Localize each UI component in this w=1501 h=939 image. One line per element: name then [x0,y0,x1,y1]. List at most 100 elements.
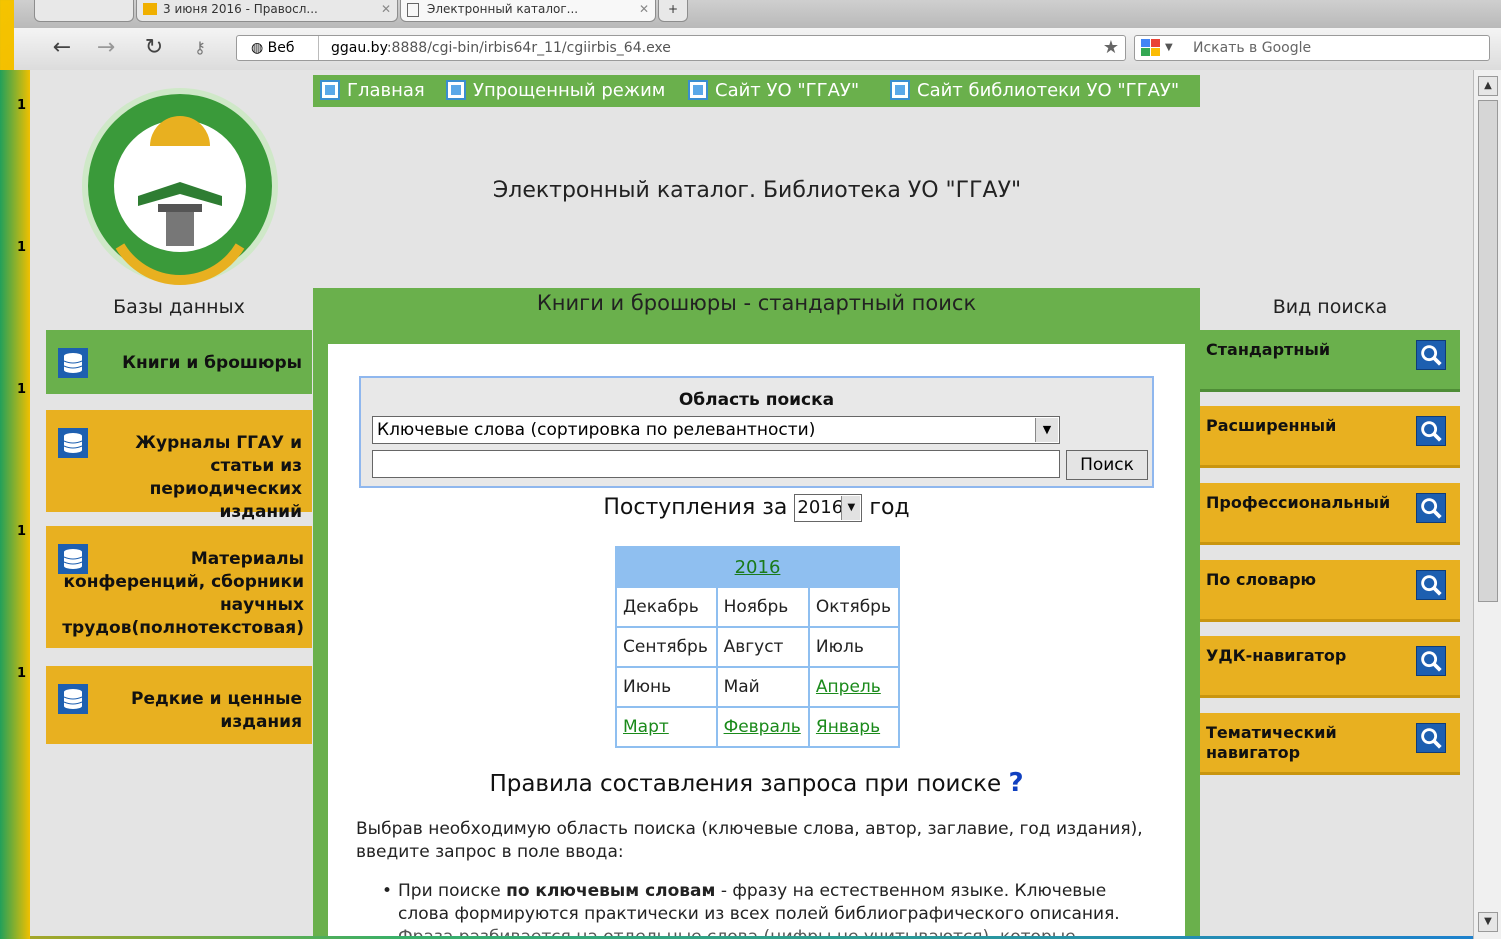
selected-area: Ключевые слова (сортировка по релевантно… [377,420,816,440]
help-icon[interactable]: ? [1008,768,1023,798]
reload-icon[interactable]: ↻ [140,35,168,61]
db-rare[interactable]: Редкие и ценные издания [46,666,312,744]
month-cell: Август [715,626,810,668]
year-select[interactable]: 2016 ▼ [794,494,863,522]
site-title: Электронный каталог. Библиотека УО "ГГАУ… [492,178,1022,203]
dropdown-arrow-icon[interactable]: ▼ [1165,36,1173,60]
folder-icon [143,3,157,15]
search-area-select[interactable]: Ключевые слова (сортировка по релевантно… [372,416,1060,444]
search-type-dictionary[interactable]: По словарю [1200,560,1460,622]
page-icon [320,80,340,100]
tab-label: Электронный каталог... [427,2,579,16]
google-logo-icon [1141,39,1160,56]
window-left-edge [0,70,30,939]
search-type-label: Стандартный [1206,340,1331,359]
magnifier-icon [1416,493,1446,523]
search-type-label: Тематический навигатор [1206,723,1337,762]
top-nav: Главная Упрощенный режим Сайт УО "ГГАУ" … [313,75,1200,107]
close-icon[interactable]: ✕ [639,0,649,18]
magnifier-icon [1416,646,1446,676]
library-logo [82,88,278,285]
month-cell: Ноябрь [715,586,810,628]
close-icon[interactable]: ✕ [381,0,391,18]
page-icon [688,80,708,100]
address-bar[interactable]: ◍ Веб ggau.by:8888/cgi-bin/irbis64r_11/c… [236,35,1126,61]
nav-home[interactable]: Главная [317,79,425,103]
month-link[interactable]: Февраль [715,706,810,748]
arrivals-line: Поступления за 2016 ▼ год [328,494,1185,522]
back-arrow-icon[interactable]: ← [48,35,76,61]
month-cell: Октябрь [807,586,901,628]
web-chip-label: Веб [267,40,295,56]
gutter-mark: 1 [17,98,27,113]
nav-label: Главная [347,80,425,101]
url-text[interactable]: ggau.by:8888/cgi-bin/irbis64r_11/cgiirbi… [331,36,671,60]
db-label: Журналы ГГАУ и статьи из периодических и… [135,433,302,522]
search-area-label: Область поиска [678,390,835,410]
browser-tab-strip: 3 июня 2016 - Правосл... ✕ Электронный к… [14,0,1501,29]
month-cell: Июль [807,626,901,668]
forward-arrow-icon[interactable]: → [92,35,120,61]
db-books[interactable]: Книги и брошюры [46,330,312,394]
browser-tab-2[interactable]: Электронный каталог... ✕ [400,0,656,22]
search-button[interactable]: Поиск [1066,450,1148,480]
search-type-thematic[interactable]: Тематический навигатор [1200,713,1460,775]
search-type-header: Вид поиска [1272,296,1388,318]
query-input[interactable] [372,450,1060,478]
gutter-mark: 1 [17,240,27,255]
rules-intro: Выбрав необходимую область поиска (ключе… [356,819,1143,862]
nav-simple-mode[interactable]: Упрощенный режим [443,79,665,103]
url-host: ggau.by [331,40,387,56]
page-icon [446,80,466,100]
page-viewport: Главная Упрощенный режим Сайт УО "ГГАУ" … [30,70,1473,936]
scroll-thumb[interactable] [1478,100,1498,602]
page-icon [890,80,910,100]
center-header: Книги и брошюры - стандартный поиск [313,288,1200,344]
db-journals[interactable]: Журналы ГГАУ и статьи из периодических и… [46,410,312,522]
search-type-udk[interactable]: УДК-навигатор [1200,636,1460,698]
rule-prefix: При поиске [398,881,501,901]
month-cell: Сентябрь [615,626,718,668]
url-path: :8888/cgi-bin/irbis64r_11/cgiirbis_64.ex… [386,40,671,56]
month-link[interactable]: Март [615,706,718,748]
rule-text-cut: Фраза разбивается на отдельные слова (ци… [398,927,1076,936]
search-type-advanced[interactable]: Расширенный [1200,406,1460,468]
chevron-down-icon[interactable]: ▼ [1035,418,1058,442]
google-search-box[interactable]: ▼ Искать в Google [1134,35,1490,61]
center-panel: Область поиска Ключевые слова (сортировк… [313,326,1200,936]
search-type-label: По словарю [1206,570,1317,589]
search-type-professional[interactable]: Профессиональный [1200,483,1460,545]
scroll-up-arrow-icon[interactable]: ▲ [1478,76,1498,96]
tab-label: 3 июня 2016 - Правосл... [163,2,318,16]
chevron-down-icon[interactable]: ▼ [841,496,861,520]
magnifier-icon [1416,570,1446,600]
gutter-mark: 1 [17,666,27,681]
nav-library-site[interactable]: Сайт библиотеки УО "ГГАУ" [887,79,1179,103]
rules-title: Правила составления запроса при поиске [489,771,1002,797]
nav-label: Сайт библиотеки УО "ГГАУ" [917,80,1180,101]
search-type-standard[interactable]: Стандартный [1200,330,1460,392]
db-label: Редкие и ценные издания [131,689,302,732]
globe-icon: ◍ [251,40,264,56]
scroll-down-arrow-icon[interactable]: ▼ [1478,912,1498,932]
nav-university-site[interactable]: Сайт УО "ГГАУ" [685,79,859,103]
month-link[interactable]: Январь [807,706,901,748]
month-link[interactable]: Апрель [807,666,901,708]
browser-tab-prev[interactable] [34,0,134,22]
new-tab-button[interactable]: + [658,0,688,22]
vertical-scrollbar[interactable]: ▲ ▼ [1473,70,1501,939]
search-type-label: УДК-навигатор [1206,646,1347,665]
browser-toolbar: ← → ↻ ⚷ ◍ Веб ggau.by:8888/cgi-bin/irbis… [14,28,1501,71]
arrivals-prefix: Поступления за [603,495,788,520]
search-placeholder: Искать в Google [1193,40,1312,56]
bookmark-star-icon[interactable]: ★ [1103,36,1119,60]
arrivals-calendar: 2016 Декабрь Ноябрь Октябрь Сентябрь Авг… [615,546,901,748]
browser-tab-1[interactable]: 3 июня 2016 - Правосл... ✕ [136,0,398,22]
calendar-year-link[interactable]: 2016 [616,547,899,587]
db-conferences[interactable]: Материалы конференций, сборники научных … [46,526,312,648]
key-icon[interactable]: ⚷ [186,35,214,61]
rule-bold: по ключевым словам [506,881,716,901]
nav-label: Сайт УО "ГГАУ" [715,80,860,101]
page-icon [407,3,419,17]
web-chip[interactable]: ◍ Веб [237,36,319,60]
